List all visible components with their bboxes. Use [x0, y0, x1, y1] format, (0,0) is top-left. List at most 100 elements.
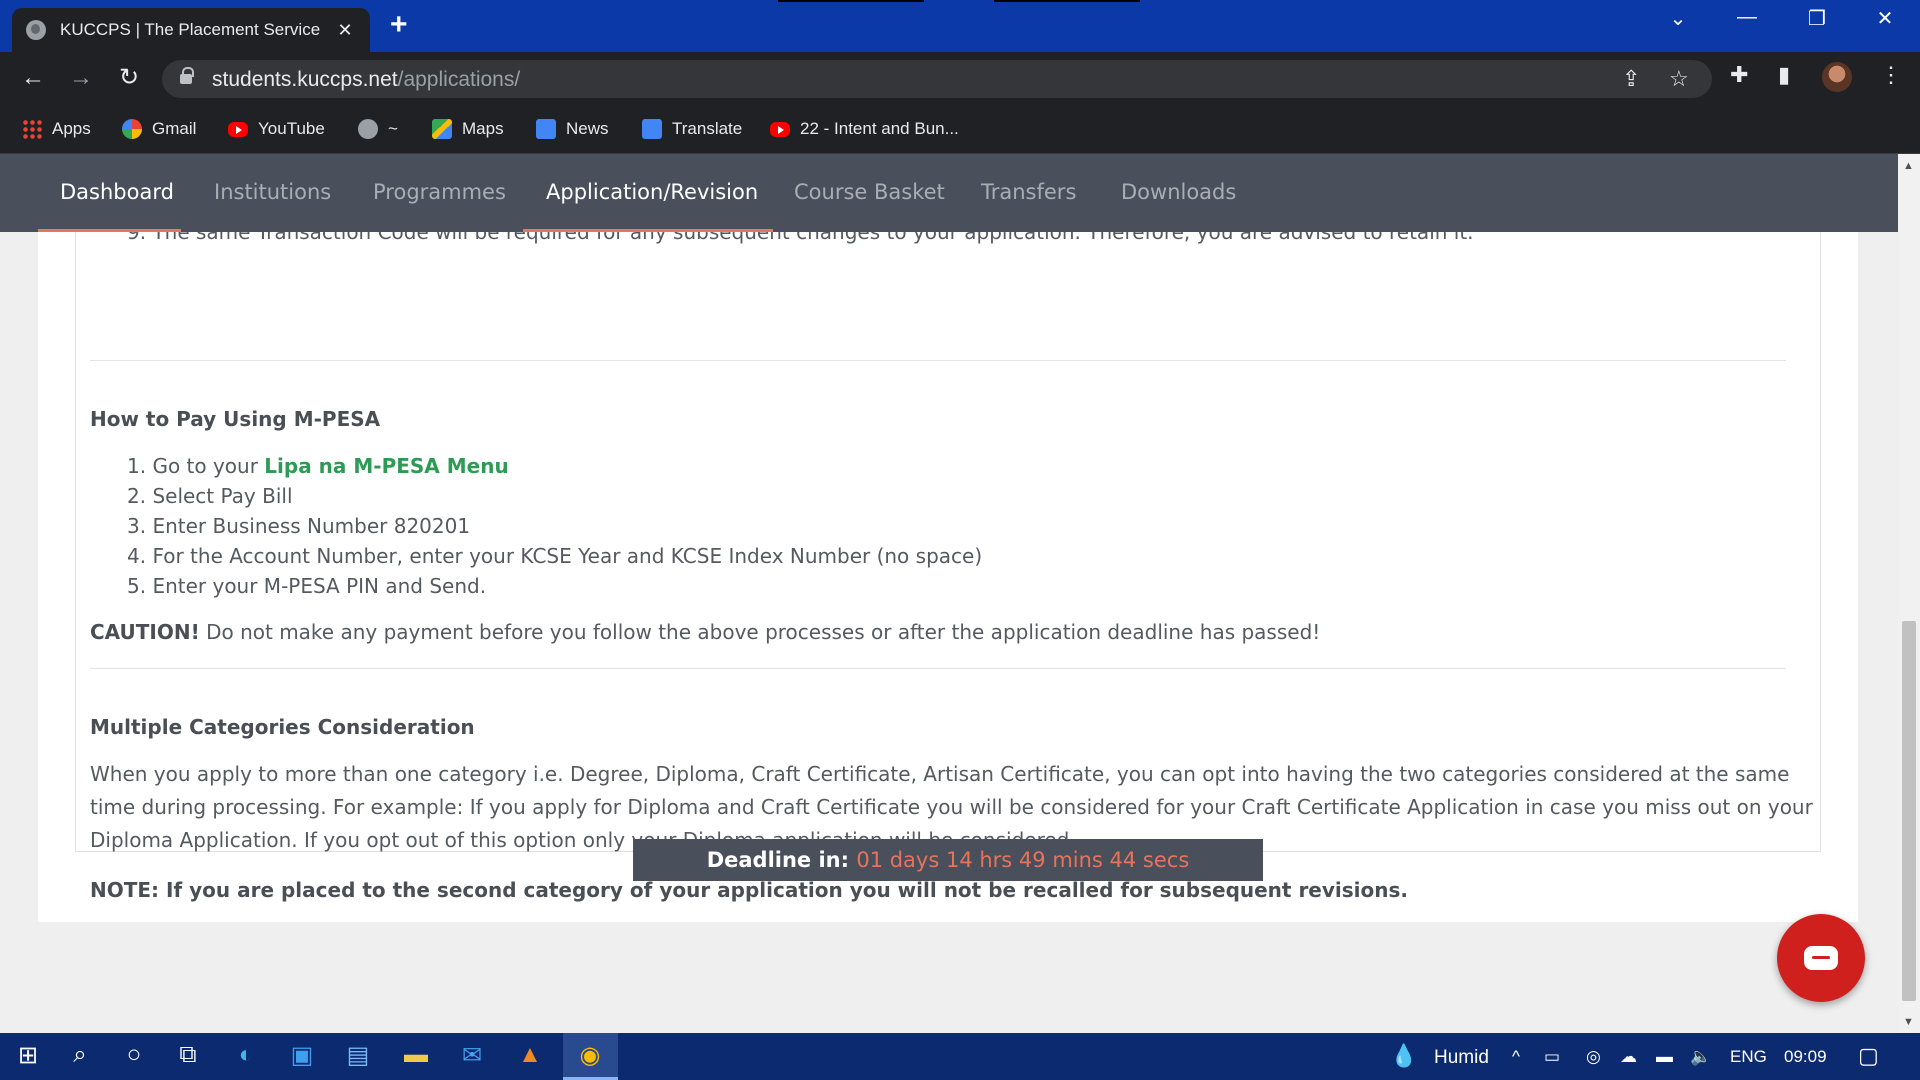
divider	[90, 668, 1786, 669]
multi-categories-heading: Multiple Categories Consideration	[90, 715, 475, 739]
weather-text[interactable]: Humid	[1434, 1047, 1489, 1069]
mpesa-step-1: 1. Go to your Lipa na M-PESA Menu	[127, 454, 509, 478]
windows-start-icon[interactable]: ⊞	[8, 1041, 48, 1070]
bookmark-video[interactable]: 22 - Intent and Bun...	[770, 116, 959, 142]
bookmark-label: ~	[388, 119, 398, 138]
vlc-icon[interactable]: ▲	[510, 1041, 550, 1069]
cortana-icon[interactable]: ○	[114, 1041, 154, 1069]
store-app-icon[interactable]: ▣	[282, 1041, 322, 1070]
reload-icon[interactable]: ↻	[114, 64, 144, 92]
address-bar[interactable]: students.kuccps.net/applications/ ⇪ ☆	[162, 60, 1712, 98]
apps-icon	[22, 119, 42, 139]
scroll-down-arrow-icon[interactable]: ▼	[1903, 1016, 1914, 1028]
bookmark-label: Apps	[52, 119, 91, 138]
nav-dashboard[interactable]: Dashboard	[60, 180, 174, 204]
profile-avatar[interactable]	[1822, 62, 1852, 92]
google-icon	[122, 119, 142, 139]
lipa-na-mpesa-link[interactable]: Lipa na M-PESA Menu	[264, 454, 508, 478]
nav-application-revision[interactable]: Application/Revision	[546, 180, 758, 204]
youtube-icon	[228, 121, 248, 137]
weather-icon: 💧	[1390, 1043, 1418, 1068]
meet-now-icon[interactable]: ◎	[1586, 1047, 1601, 1067]
onedrive-icon[interactable]: ☁	[1620, 1047, 1637, 1067]
mail-icon[interactable]: ✉	[452, 1041, 492, 1070]
bookmark-label: Translate	[672, 119, 743, 138]
page-viewport: 9. The same Transaction Code will be req…	[0, 154, 1898, 1033]
tabstrip-decoration	[778, 0, 924, 2]
translate-icon	[642, 119, 662, 139]
deadline-label: Deadline in:	[706, 848, 857, 872]
scroll-up-arrow-icon[interactable]: ▲	[1903, 160, 1914, 172]
globe-icon	[26, 20, 46, 40]
note-text: NOTE: If you are placed to the second ca…	[90, 878, 1409, 902]
close-window-icon[interactable]: ✕	[1865, 6, 1905, 31]
youtube-icon	[770, 121, 790, 137]
maps-icon	[432, 119, 452, 139]
notification-center-icon[interactable]: ▢	[1858, 1043, 1879, 1069]
chat-widget-button[interactable]	[1777, 914, 1865, 1002]
tab-search-icon[interactable]: ⌄	[1658, 6, 1698, 31]
bookmark-label: News	[566, 119, 609, 138]
tab-close-button[interactable]: ✕	[334, 20, 356, 41]
nav-transfers[interactable]: Transfers	[981, 180, 1076, 204]
bookmark-label: YouTube	[258, 119, 325, 138]
restore-icon[interactable]: ❐	[1797, 6, 1837, 31]
nav-institutions[interactable]: Institutions	[214, 180, 331, 204]
clock[interactable]: 09:09	[1784, 1047, 1827, 1067]
bookmark-news[interactable]: News	[536, 116, 609, 142]
network-icon[interactable]: ▭	[1544, 1047, 1560, 1067]
bookmark-youtube[interactable]: YouTube	[228, 116, 325, 142]
extensions-icon[interactable]: ✚	[1730, 62, 1748, 88]
share-icon[interactable]: ⇪	[1622, 66, 1640, 92]
deadline-countdown: 01 days 14 hrs 49 mins 44 secs	[856, 848, 1190, 872]
edge-icon[interactable]: ◐	[226, 1041, 266, 1069]
show-hidden-icons[interactable]: ^	[1512, 1047, 1520, 1067]
bookmark-translate[interactable]: Translate	[642, 116, 742, 142]
divider	[90, 360, 1786, 361]
bookmark-globe[interactable]: ~	[358, 116, 398, 142]
multi-categories-text-line-2: time during processing. For example: If …	[90, 795, 1813, 819]
new-tab-button[interactable]: +	[390, 10, 408, 40]
task-view-icon[interactable]: ⧉	[168, 1041, 208, 1069]
globe-icon	[358, 119, 378, 139]
mpesa-step-2: 2. Select Pay Bill	[127, 484, 293, 508]
chrome-icon: ◉	[579, 1042, 601, 1069]
battery-icon[interactable]: ▬	[1656, 1047, 1673, 1067]
microsoft-store-icon[interactable]: ▤	[338, 1041, 378, 1070]
multi-categories-text-line-1: When you apply to more than one category…	[90, 762, 1790, 786]
lock-icon	[180, 67, 194, 85]
nav-active-indicator	[523, 229, 773, 232]
bookmark-label: Gmail	[152, 119, 197, 138]
search-icon[interactable]: ⌕	[60, 1041, 100, 1069]
mpesa-step-4: 4. For the Account Number, enter your KC…	[127, 544, 983, 568]
mpesa-heading: How to Pay Using M-PESA	[90, 407, 381, 431]
scrollbar-thumb[interactable]	[1902, 621, 1916, 1001]
deadline-banner: Deadline in: 01 days 14 hrs 49 mins 44 s…	[633, 839, 1263, 881]
side-panel-icon[interactable]: ▮	[1778, 62, 1790, 88]
bookmark-apps[interactable]: Apps	[22, 116, 91, 142]
browser-tab[interactable]: KUCCPS | The Placement Service ✕	[12, 8, 370, 52]
site-navbar: Dashboard Institutions Programmes Applic…	[0, 154, 1898, 232]
nav-course-basket[interactable]: Course Basket	[794, 180, 945, 204]
back-icon[interactable]: ←	[18, 64, 48, 92]
forward-icon[interactable]: →	[66, 64, 96, 92]
bookmark-label: 22 - Intent and Bun...	[800, 119, 959, 138]
nav-downloads[interactable]: Downloads	[1121, 180, 1236, 204]
chrome-taskbar-button[interactable]: ◉	[563, 1033, 618, 1080]
volume-icon[interactable]: 🔈	[1690, 1047, 1711, 1067]
bookmark-star-icon[interactable]: ☆	[1669, 66, 1689, 92]
url-text: students.kuccps.net/applications/	[212, 68, 521, 91]
page-scrollbar[interactable]: ▲ ▼	[1898, 154, 1920, 1033]
bookmark-maps[interactable]: Maps	[432, 116, 504, 142]
minimize-icon[interactable]: —	[1727, 6, 1767, 29]
chat-icon	[1804, 946, 1838, 970]
news-icon	[536, 119, 556, 139]
language-indicator[interactable]: ENG	[1730, 1047, 1767, 1067]
bookmark-gmail[interactable]: Gmail	[122, 116, 196, 142]
nav-programmes[interactable]: Programmes	[373, 180, 506, 204]
bookmarks-bar: Apps Gmail YouTube ~ Maps News Translate…	[0, 104, 1920, 154]
browser-tabstrip: KUCCPS | The Placement Service ✕ + ⌄ — ❐…	[0, 0, 1920, 52]
content-card: 9. The same Transaction Code will be req…	[38, 212, 1858, 922]
menu-icon[interactable]: ⋮	[1880, 62, 1902, 88]
file-explorer-icon[interactable]: ▬	[396, 1041, 436, 1069]
